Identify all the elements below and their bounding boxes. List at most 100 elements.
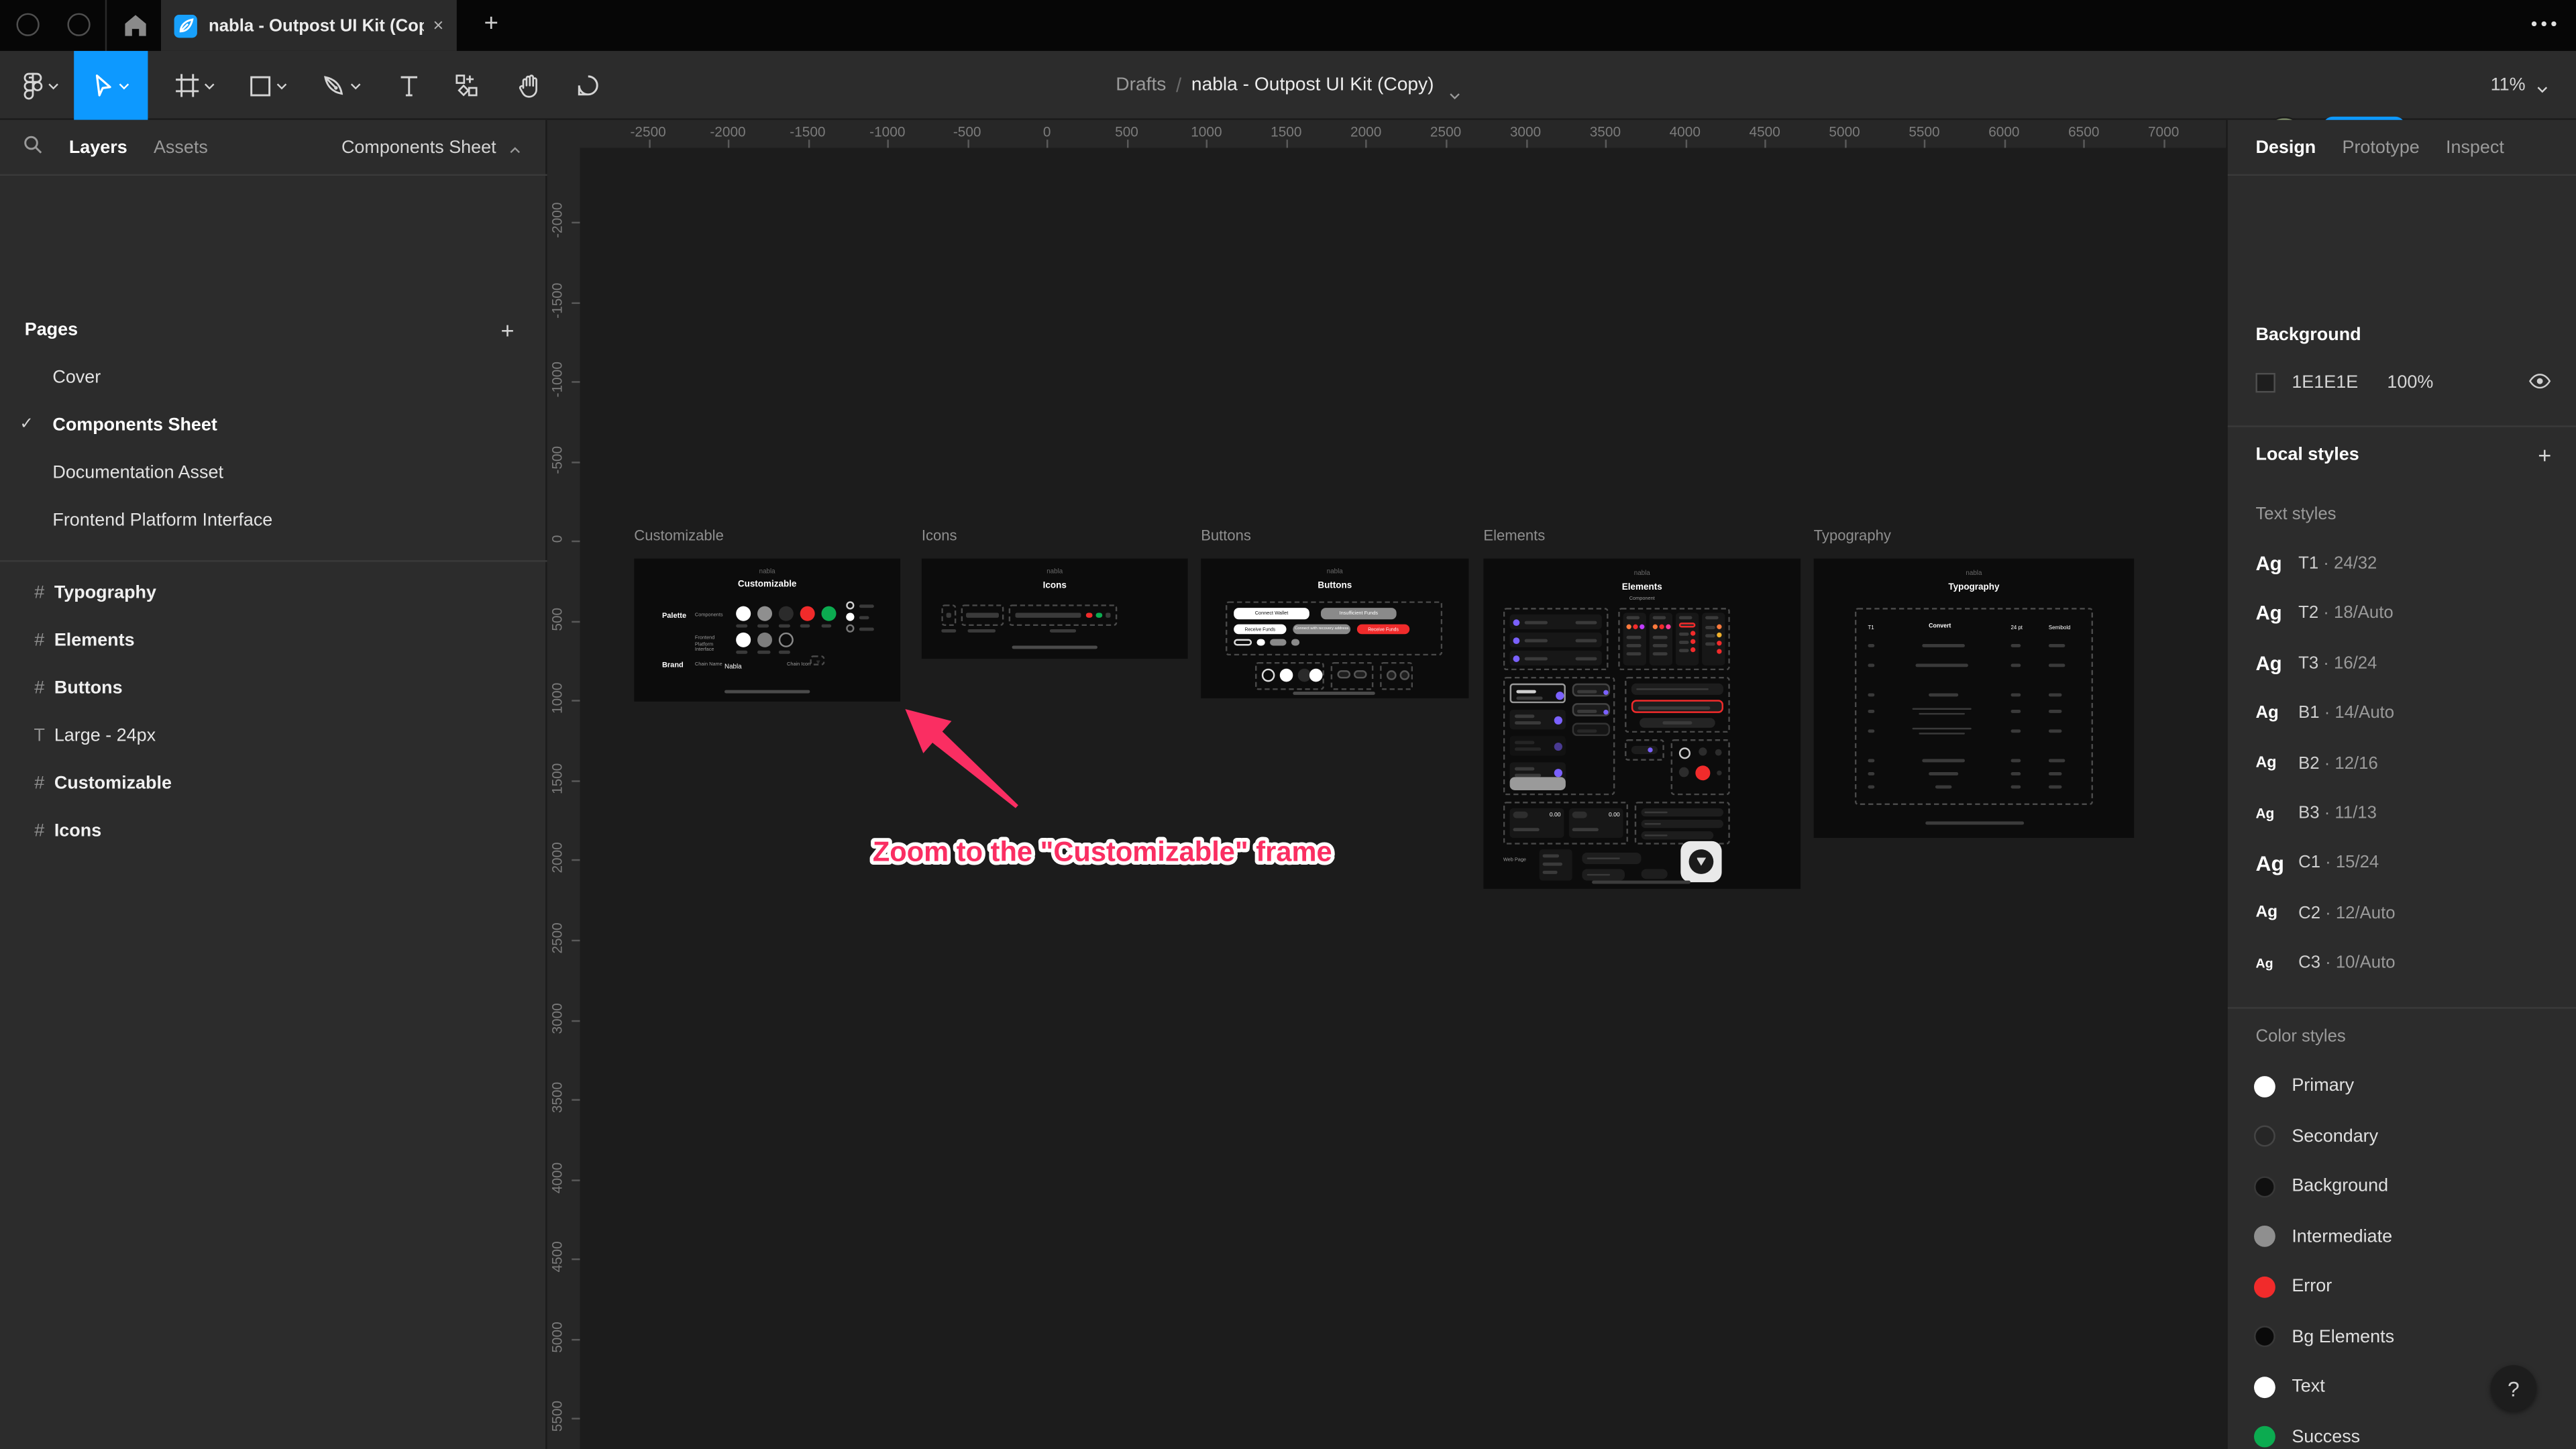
color-swatch[interactable] — [2255, 373, 2275, 392]
frame-typography[interactable]: nabla Typography T1 Convert 24 pt Semibo… — [1814, 559, 2135, 838]
sidebar-layer-item[interactable]: #Buttons — [0, 663, 547, 711]
text-style-item[interactable]: AgT1 · 24/32 — [2228, 539, 2576, 588]
inspector-tab-design[interactable]: Design — [2255, 137, 2316, 156]
palette-dot — [757, 606, 772, 621]
ruler-label: 3000 — [549, 985, 565, 1051]
resources-tool-button[interactable] — [437, 51, 496, 120]
close-tab-icon[interactable]: × — [433, 15, 443, 35]
home-icon[interactable] — [121, 11, 150, 40]
hand-tool-button[interactable] — [496, 51, 559, 120]
color-style-item[interactable]: Error — [2228, 1262, 2576, 1311]
sidebar-page-item[interactable]: Frontend Platform Interface — [0, 496, 547, 544]
ruler-tick — [648, 140, 649, 148]
text-style-item[interactable]: AgB2 · 12/16 — [2228, 739, 2576, 788]
frame-buttons[interactable]: nabla Buttons Connect Wallet Insufficien… — [1201, 559, 1468, 698]
ruler-tick — [1366, 140, 1367, 148]
chevron-down-icon[interactable] — [1449, 80, 1460, 91]
search-icon[interactable] — [23, 132, 42, 162]
thumb-button: Receive Funds — [1234, 625, 1286, 635]
layer-label: Typography — [54, 582, 156, 602]
page-selector[interactable]: Components Sheet — [341, 137, 521, 156]
ruler-tick — [967, 140, 969, 148]
sidebar-page-item[interactable]: ✓Components Sheet — [0, 401, 547, 449]
text-style-item[interactable]: AgB1 · 14/Auto — [2228, 689, 2576, 738]
sidebar-layer-item[interactable]: #Elements — [0, 616, 547, 663]
frame-icons[interactable]: nabla Icons — [922, 559, 1188, 659]
new-tab-button[interactable]: + — [473, 7, 509, 43]
sidebar-layer-item[interactable]: #Typography — [0, 568, 547, 616]
document-title[interactable]: nabla - Outpost UI Kit (Copy) — [1191, 76, 1434, 95]
ruler-label: 4500 — [1749, 123, 1780, 140]
move-tool-button[interactable] — [74, 51, 148, 120]
tab-layers[interactable]: Layers — [69, 137, 127, 156]
zoom-selector[interactable]: 11% — [2491, 51, 2548, 120]
sidebar-layer-item[interactable]: #Icons — [0, 806, 547, 854]
palette-dot — [736, 606, 751, 621]
mini-dot — [846, 601, 854, 609]
color-style-swatch — [2254, 1075, 2275, 1097]
text-tool-button[interactable] — [381, 51, 437, 120]
frame-label-icons[interactable]: Icons — [922, 527, 957, 543]
frame-tool-button[interactable] — [161, 51, 230, 120]
ruler-label: 6000 — [1988, 123, 2019, 140]
mini-dot — [846, 612, 854, 621]
canvas[interactable]: -2500-2000-1500-1000-5000500100015002000… — [547, 120, 2226, 1449]
rectangle-icon — [249, 74, 270, 96]
style-sample: Ag — [2255, 602, 2298, 625]
sidebar-layer-item[interactable]: TLarge - 24px — [0, 711, 547, 759]
nav-back-icon[interactable] — [16, 13, 39, 36]
shape-tool-button[interactable] — [233, 51, 303, 120]
sidebar-page-item[interactable]: Documentation Asset — [0, 449, 547, 496]
frame-customizable[interactable]: nabla Customizable Palette Components Fr… — [634, 559, 900, 702]
ruler-label: -1000 — [549, 347, 565, 413]
nav-forward-icon[interactable] — [67, 13, 90, 36]
color-style-item[interactable]: Primary — [2228, 1061, 2576, 1110]
document-tab[interactable]: nabla - Outpost UI Kit (Copy) × — [161, 0, 457, 51]
text-style-item[interactable]: AgC2 · 12/Auto — [2228, 888, 2576, 937]
background-color-row[interactable]: 1E1E1E 100% — [2228, 363, 2576, 402]
add-style-button[interactable]: + — [2538, 442, 2551, 468]
comment-tool-button[interactable] — [559, 51, 618, 120]
frame-label-customizable[interactable]: Customizable — [634, 527, 724, 543]
inspector-tab-inspect[interactable]: Inspect — [2446, 137, 2504, 156]
ruler-tick — [1446, 140, 1447, 148]
inspector-tab-prototype[interactable]: Prototype — [2342, 137, 2419, 156]
sidebar-page-item[interactable]: Cover — [0, 354, 547, 401]
frame-label-elements[interactable]: Elements — [1483, 527, 1545, 543]
thumb-title: Icons — [922, 582, 1188, 592]
pen-tool-button[interactable] — [306, 51, 378, 120]
background-opacity-value[interactable]: 100% — [2387, 373, 2433, 392]
visibility-eye-icon[interactable] — [2528, 368, 2551, 398]
main-menu-button[interactable] — [13, 51, 69, 120]
help-button[interactable]: ? — [2491, 1365, 2537, 1411]
tab-assets[interactable]: Assets — [154, 137, 208, 156]
text-style-item[interactable]: AgC1 · 15/24 — [2228, 839, 2576, 888]
color-style-item[interactable]: Intermediate — [2228, 1212, 2576, 1260]
more-menu-icon[interactable] — [2532, 21, 2557, 26]
divider — [2228, 1007, 2576, 1008]
frame-label-typography[interactable]: Typography — [1814, 527, 1891, 543]
components-icon — [455, 74, 478, 97]
chevron-down-icon — [350, 80, 362, 91]
frame-layer-icon: # — [25, 773, 54, 792]
chevron-down-icon — [275, 80, 286, 91]
chevron-down-icon — [204, 80, 215, 91]
ruler-tick — [572, 222, 580, 223]
text-style-item[interactable]: AgT2 · 18/Auto — [2228, 589, 2576, 638]
frame-layer-icon: # — [25, 630, 54, 649]
color-style-item[interactable]: Secondary — [2228, 1112, 2576, 1161]
add-page-button[interactable]: + — [500, 317, 514, 343]
text-style-item[interactable]: AgB3 · 11/13 — [2228, 789, 2576, 838]
background-hex-value[interactable]: 1E1E1E — [2292, 373, 2387, 392]
palette-dot — [779, 606, 794, 621]
color-style-item[interactable]: Success — [2228, 1412, 2576, 1449]
sidebar-layer-item[interactable]: #Customizable — [0, 759, 547, 806]
text-style-item[interactable]: AgT3 · 16/24 — [2228, 639, 2576, 688]
color-style-item[interactable]: Bg Elements — [2228, 1312, 2576, 1361]
breadcrumb-project[interactable]: Drafts — [1116, 76, 1166, 95]
frame-elements[interactable]: nabla Elements Component — [1483, 559, 1801, 889]
text-style-item[interactable]: AgC3 · 10/Auto — [2228, 938, 2576, 987]
frame-label-buttons[interactable]: Buttons — [1201, 527, 1251, 543]
color-style-item[interactable]: Background — [2228, 1161, 2576, 1210]
ruler-label: 2500 — [549, 905, 565, 971]
